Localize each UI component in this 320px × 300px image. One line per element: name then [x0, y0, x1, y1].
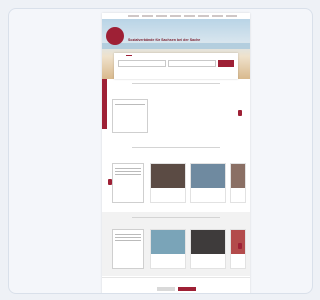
nav-item[interactable]: [156, 15, 167, 17]
nav-item[interactable]: [212, 15, 223, 17]
search-tab-1[interactable]: [118, 55, 124, 56]
section-offers: [102, 216, 250, 219]
offer-photo: [191, 230, 225, 254]
offer-tile[interactable]: [150, 229, 186, 269]
nav-item[interactable]: [142, 15, 153, 17]
hero-banner: Sozialverbände für Sachsen bei der Sache: [102, 19, 250, 79]
carousel-prev-arrow[interactable]: [108, 179, 112, 185]
nav-item[interactable]: [226, 15, 237, 17]
search-input-what[interactable]: [118, 60, 166, 67]
infobox-divider: [115, 171, 141, 172]
offer-photo: [151, 230, 185, 254]
person-photo: [151, 164, 185, 188]
section-divider: [132, 83, 220, 84]
cookie-consent-banner: [102, 277, 250, 293]
offer-caption: [191, 254, 225, 257]
offers-infobox: [112, 229, 144, 269]
preview-card: Sozialverbände für Sachsen bei der Sache: [8, 8, 313, 294]
cookie-accept-button[interactable]: [177, 287, 196, 291]
offer-tile[interactable]: [190, 229, 226, 269]
search-row: [114, 58, 238, 69]
site-title: Sozialverbände für Sachsen bei der Sache: [128, 38, 201, 42]
section-people: [102, 146, 250, 149]
cookie-settings-button[interactable]: [156, 287, 175, 291]
offer-tile-partial[interactable]: [230, 229, 246, 269]
person-photo: [231, 164, 245, 188]
section-divider: [132, 217, 220, 218]
infobox-divider: [115, 168, 141, 169]
nav-item[interactable]: [128, 15, 139, 17]
carousel-next-arrow[interactable]: [238, 110, 242, 116]
infobox-divider: [115, 237, 141, 238]
person-caption: [151, 188, 185, 191]
infobox-divider: [115, 104, 145, 105]
search-tab-2[interactable]: [126, 55, 132, 56]
search-panel: [114, 53, 238, 79]
person-tile[interactable]: [190, 163, 226, 203]
person-caption: [191, 188, 225, 191]
nav-item[interactable]: [184, 15, 195, 17]
offer-caption: [151, 254, 185, 257]
infobox-divider: [115, 240, 141, 241]
nav-item[interactable]: [198, 15, 209, 17]
site-logo[interactable]: [106, 27, 124, 45]
website-screenshot[interactable]: Sozialverbände für Sachsen bei der Sache: [102, 13, 250, 293]
person-tile-partial[interactable]: [230, 163, 246, 203]
carousel-next-arrow[interactable]: [238, 243, 242, 249]
section-divider: [132, 147, 220, 148]
person-tile[interactable]: [150, 163, 186, 203]
people-infobox: [112, 163, 144, 203]
person-photo: [191, 164, 225, 188]
hero-sea-stripe: [102, 43, 250, 49]
search-tab-3[interactable]: [134, 55, 140, 56]
infobox-divider: [115, 234, 141, 235]
search-input-where[interactable]: [168, 60, 216, 67]
cookie-banner-text: [102, 281, 250, 285]
search-button[interactable]: [218, 60, 234, 67]
offer-photo: [231, 230, 245, 254]
cookie-banner-buttons: [102, 287, 250, 291]
intro-infobox: [112, 99, 148, 133]
infobox-divider: [115, 174, 141, 175]
nav-item[interactable]: [170, 15, 181, 17]
